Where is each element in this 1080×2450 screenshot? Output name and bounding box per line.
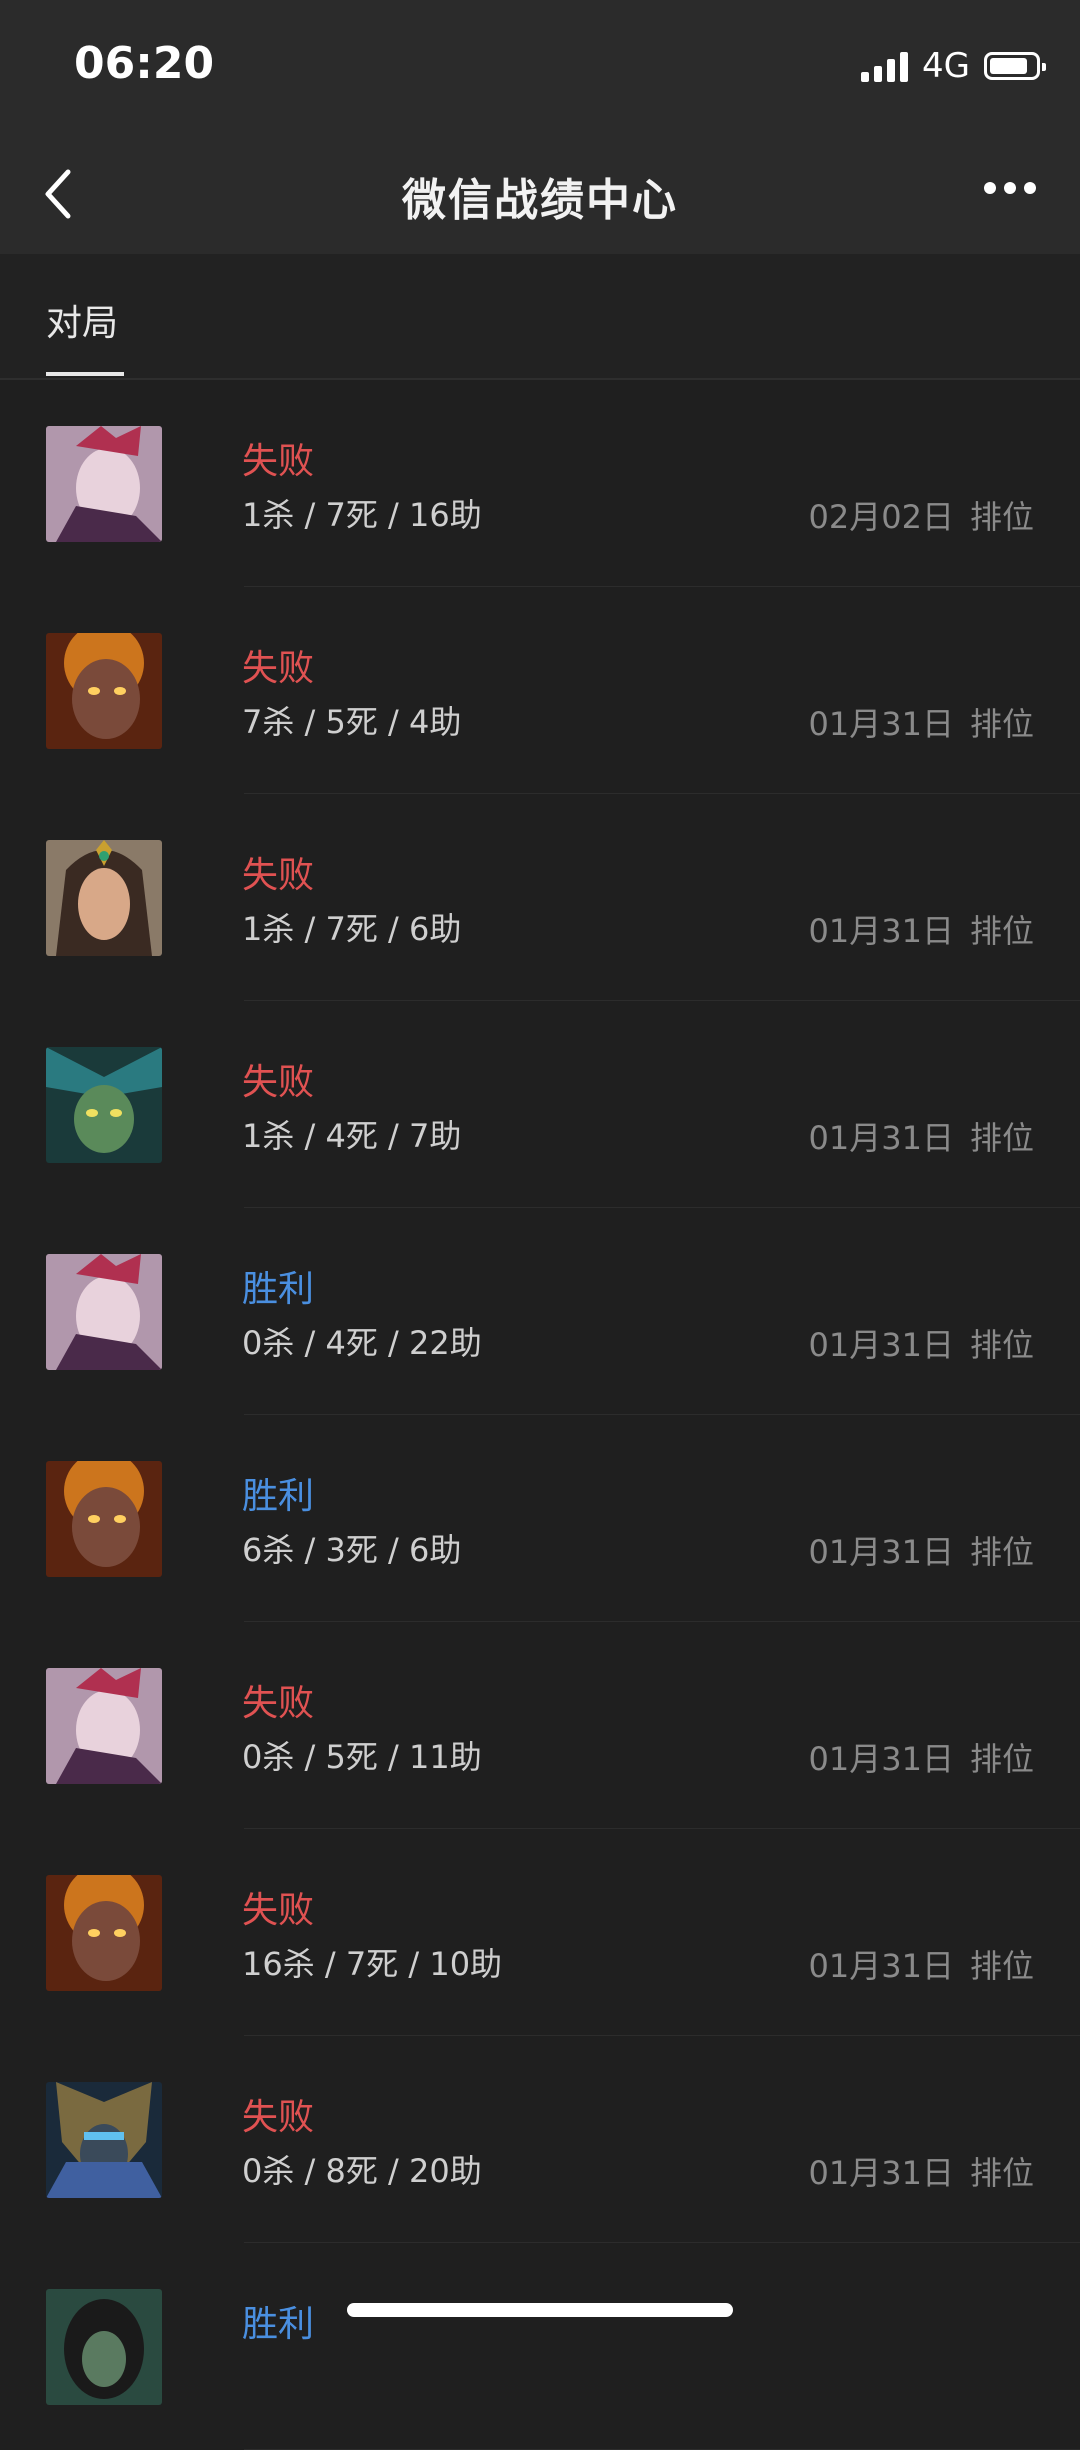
hero-avatar-dark [46, 2289, 162, 2405]
status-bar: 06:20 4G [0, 0, 1080, 134]
match-mode: 排位 [969, 912, 1034, 950]
status-time: 06:20 [74, 38, 215, 89]
hero-avatar-fire [46, 633, 162, 749]
hero-avatar-fire [46, 1461, 162, 1577]
match-meta: 01月31日 排位 [809, 906, 1034, 952]
match-result: 失败 [242, 648, 315, 689]
match-row[interactable]: 失败 1杀 / 7死 / 6助 01月31日 排位 [0, 794, 1080, 1001]
match-kda: 6杀 / 3死 / 6助 [242, 1531, 462, 1569]
match-kda: 1杀 / 7死 / 6助 [242, 910, 462, 948]
hero-avatar-pale [46, 1254, 162, 1370]
match-meta: 01月31日 排位 [809, 1941, 1034, 1987]
match-result: 胜利 [242, 1269, 315, 1310]
cellular-signal-icon [861, 50, 909, 82]
match-date: 01月31日 [808, 912, 954, 950]
match-date: 01月31日 [808, 2154, 954, 2192]
hero-avatar-green [46, 1047, 162, 1163]
match-date: 02月02日 [808, 498, 954, 536]
page-title: 微信战绩中心 [402, 175, 678, 226]
match-mode: 排位 [969, 1119, 1034, 1157]
match-list: 失败 1杀 / 7死 / 16助 02月02日 排位 失败 7杀 / 5死 / 4… [0, 380, 1080, 2450]
tab-bar: 对局 [0, 254, 1080, 380]
match-mode: 排位 [969, 498, 1034, 536]
match-meta: 01月31日 排位 [809, 1320, 1034, 1366]
match-kda: 1杀 / 7死 / 16助 [242, 496, 482, 534]
match-row[interactable]: 失败 1杀 / 4死 / 7助 01月31日 排位 [0, 1001, 1080, 1208]
battery-icon [984, 52, 1046, 80]
match-mode: 排位 [969, 1947, 1034, 1985]
tab-active-indicator [46, 372, 124, 376]
match-meta: 01月31日 排位 [809, 2148, 1034, 2194]
match-mode: 排位 [969, 1533, 1034, 1571]
match-kda: 1杀 / 4死 / 7助 [242, 1117, 462, 1155]
match-row[interactable]: 失败 1杀 / 7死 / 16助 02月02日 排位 [0, 380, 1080, 587]
home-indicator[interactable] [347, 2303, 733, 2317]
hero-avatar-queen [46, 840, 162, 956]
status-icons: 4G [861, 46, 1046, 86]
match-result: 失败 [242, 2097, 315, 2138]
match-date: 01月31日 [808, 1947, 954, 1985]
match-meta: 01月31日 排位 [809, 1113, 1034, 1159]
match-kda: 0杀 / 4死 / 22助 [242, 1324, 482, 1362]
match-result: 失败 [242, 1683, 315, 1724]
hero-avatar-armor [46, 2082, 162, 2198]
match-row[interactable]: 失败 0杀 / 8死 / 20助 01月31日 排位 [0, 2036, 1080, 2243]
match-result: 失败 [242, 1062, 315, 1103]
match-result: 失败 [242, 855, 315, 896]
match-result: 失败 [242, 441, 315, 482]
hero-avatar-pale [46, 426, 162, 542]
match-result: 胜利 [242, 2304, 315, 2345]
match-date: 01月31日 [808, 705, 954, 743]
match-result: 失败 [242, 1890, 315, 1931]
match-meta: 01月31日 排位 [809, 1734, 1034, 1780]
match-kda: 16杀 / 7死 / 10助 [242, 1945, 503, 1983]
more-dots-icon[interactable] [984, 182, 1036, 194]
tab-matches[interactable]: 对局 [46, 294, 118, 346]
hero-avatar-pale [46, 1668, 162, 1784]
match-row[interactable]: 失败 7杀 / 5死 / 4助 01月31日 排位 [0, 587, 1080, 794]
match-meta: 01月31日 排位 [809, 699, 1034, 745]
match-result: 胜利 [242, 1476, 315, 1517]
match-kda: 7杀 / 5死 / 4助 [242, 703, 462, 741]
match-row[interactable]: 失败 0杀 / 5死 / 11助 01月31日 排位 [0, 1622, 1080, 1829]
match-row[interactable]: 胜利 0杀 / 4死 / 22助 01月31日 排位 [0, 1208, 1080, 1415]
match-date: 01月31日 [808, 1119, 954, 1157]
match-date: 01月31日 [808, 1326, 954, 1364]
match-mode: 排位 [969, 2154, 1034, 2192]
match-mode: 排位 [969, 1326, 1034, 1364]
match-date: 01月31日 [808, 1533, 954, 1571]
match-meta: 01月31日 排位 [809, 1527, 1034, 1573]
match-row[interactable]: 胜利 6杀 / 3死 / 6助 01月31日 排位 [0, 1415, 1080, 1622]
match-kda: 0杀 / 8死 / 20助 [242, 2152, 482, 2190]
match-kda: 0杀 / 5死 / 11助 [242, 1738, 482, 1776]
match-meta: 02月02日 排位 [809, 492, 1034, 538]
match-date: 01月31日 [808, 1740, 954, 1778]
network-type: 4G [922, 46, 970, 86]
match-row[interactable]: 胜利 [0, 2243, 1080, 2450]
match-mode: 排位 [969, 1740, 1034, 1778]
match-row[interactable]: 失败 16杀 / 7死 / 10助 01月31日 排位 [0, 1829, 1080, 2036]
hero-avatar-fire [46, 1875, 162, 1991]
match-mode: 排位 [969, 705, 1034, 743]
nav-bar: 微信战绩中心 [0, 134, 1080, 254]
